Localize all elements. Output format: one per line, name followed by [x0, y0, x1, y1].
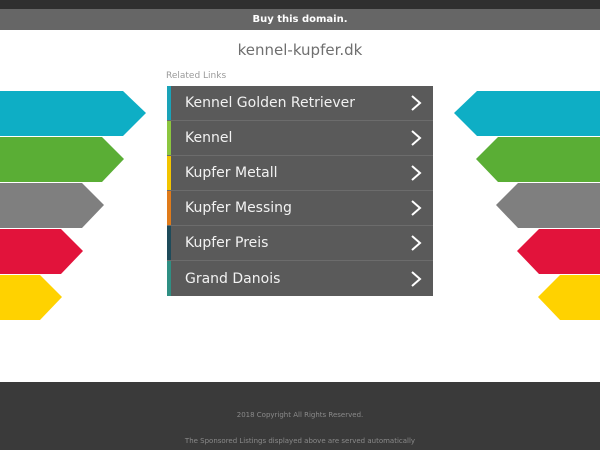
related-link-item[interactable]: Kennel Golden Retriever: [167, 86, 433, 121]
footer: 2018 Copyright All Rights Reserved. The …: [0, 382, 600, 450]
chevron-right-icon: [411, 200, 422, 216]
link-accent-bar: [167, 226, 171, 260]
link-accent-bar: [167, 261, 171, 296]
link-label: Kupfer Metall: [185, 165, 278, 181]
left-arrow-3: [0, 183, 104, 228]
link-accent-bar: [167, 191, 171, 225]
right-arrow-5: [538, 275, 600, 320]
link-accent-bar: [167, 156, 171, 190]
chevron-right-icon: [411, 270, 422, 287]
link-accent-bar: [167, 121, 171, 155]
related-link-item[interactable]: Kupfer Messing: [167, 191, 433, 226]
chevron-right-icon: [411, 130, 422, 146]
right-arrow-2: [476, 137, 600, 182]
link-accent-bar: [167, 86, 171, 120]
related-link-item[interactable]: Kennel: [167, 121, 433, 156]
copyright-text: 2018 Copyright All Rights Reserved.: [236, 411, 364, 419]
related-links-list: Kennel Golden Retriever Kennel Kupfer Me…: [167, 86, 433, 296]
right-arrow-4: [517, 229, 600, 274]
related-links-title: Related Links: [166, 71, 227, 81]
related-link-item[interactable]: Grand Danois: [167, 261, 433, 296]
right-arrow-3: [496, 183, 600, 228]
right-arrow-1: [454, 91, 600, 136]
left-arrow-5: [0, 275, 62, 320]
related-link-item[interactable]: Kupfer Preis: [167, 226, 433, 261]
link-label: Kennel Golden Retriever: [185, 95, 356, 111]
chevron-right-icon: [411, 165, 422, 181]
disclaimer-text: The Sponsored Listings displayed above a…: [184, 437, 416, 445]
link-label: Kupfer Messing: [185, 200, 292, 216]
link-label: Kupfer Preis: [185, 235, 269, 251]
link-label: Grand Danois: [185, 270, 281, 287]
related-link-item[interactable]: Kupfer Metall: [167, 156, 433, 191]
left-arrow-2: [0, 137, 124, 182]
chevron-right-icon: [411, 235, 422, 251]
link-label: Kennel: [185, 130, 233, 146]
left-arrow-1: [0, 91, 146, 136]
left-arrow-4: [0, 229, 83, 274]
chevron-right-icon: [411, 95, 422, 111]
